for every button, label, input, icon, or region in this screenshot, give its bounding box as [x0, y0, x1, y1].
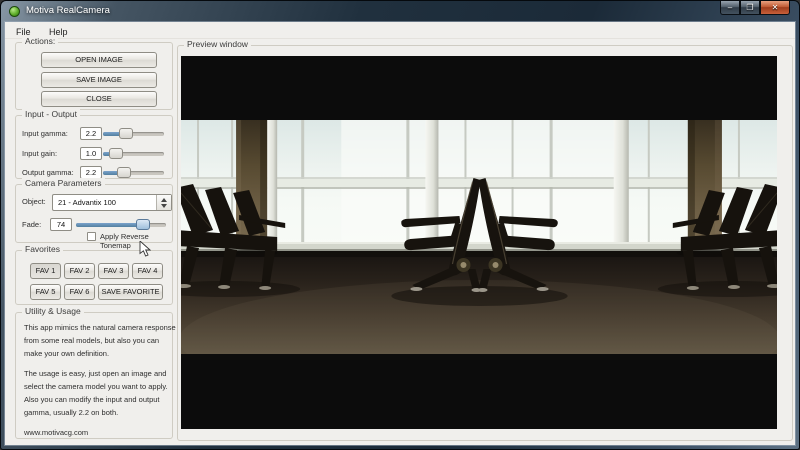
favorites-group-label: Favorites [22, 244, 63, 254]
window-content: File Help Actions: OPEN IMAGE SAVE IMAGE… [5, 22, 795, 445]
usage-line: gamma, usually 2.2 on both. [24, 406, 176, 419]
usage-text: This app mimics the natural camera respo… [24, 321, 176, 439]
usage-line: This app mimics the natural camera respo… [24, 321, 176, 334]
menu-bar: File Help [5, 22, 795, 39]
fav3-button[interactable]: FAV 3 [98, 263, 129, 279]
fav2-button[interactable]: FAV 2 [64, 263, 95, 279]
preview-group-label: Preview window [184, 39, 251, 49]
app-icon [9, 6, 20, 17]
input-gain-label: Input gain: [22, 149, 57, 158]
input-output-group-label: Input - Output [22, 109, 80, 119]
input-output-group: Input - Output Input gamma: 2.2 Input ga… [15, 115, 173, 179]
mouse-cursor [139, 241, 151, 257]
usage-line: from some real models, but also you can [24, 334, 176, 347]
favorites-group: Favorites FAV 1 FAV 2 FAV 3 FAV 4 FAV 5 … [15, 250, 173, 305]
fade-label: Fade: [22, 220, 41, 229]
input-gamma-slider[interactable] [103, 127, 164, 140]
usage-line: make your own definition. [24, 347, 176, 360]
fade-slider[interactable] [76, 218, 166, 231]
spin-up-icon[interactable] [161, 198, 167, 202]
app-window: Motiva RealCamera – ❐ ✕ File Help Action… [0, 0, 800, 450]
output-gamma-label: Output gamma: [22, 168, 74, 177]
fav4-button[interactable]: FAV 4 [132, 263, 163, 279]
input-gamma-label: Input gamma: [22, 129, 68, 138]
usage-line: Also you can modify the input and output [24, 393, 176, 406]
usage-line: The usage is easy, just open an image an… [24, 367, 176, 380]
save-image-button[interactable]: SAVE IMAGE [41, 72, 157, 88]
save-favorite-button[interactable]: SAVE FAVORITE [98, 284, 163, 300]
camera-model-select[interactable]: 21 - Advantix 100 [52, 194, 172, 211]
close-button[interactable]: ✕ [760, 1, 790, 15]
output-gamma-slider[interactable] [103, 166, 164, 179]
spin-down-icon[interactable] [161, 204, 167, 208]
window-title: Motiva RealCamera [26, 5, 110, 16]
actions-group: Actions: OPEN IMAGE SAVE IMAGE CLOSE [15, 42, 173, 110]
close-app-button[interactable]: CLOSE [41, 91, 157, 107]
input-gamma-value[interactable]: 2.2 [80, 127, 102, 140]
preview-canvas[interactable] [181, 56, 777, 429]
camera-model-spinner[interactable] [156, 195, 171, 210]
input-gamma-slider-handle[interactable] [119, 128, 133, 139]
preview-image [181, 120, 777, 354]
camera-model-value: 21 - Advantix 100 [58, 198, 116, 207]
output-gamma-slider-handle[interactable] [117, 167, 131, 178]
camera-parameters-group: Camera Parameters Object: 21 - Advantix … [15, 184, 173, 243]
actions-group-label: Actions: [22, 36, 58, 46]
website-link: www.motivacg.com [24, 426, 176, 439]
reverse-tonemap-checkbox[interactable] [87, 232, 96, 241]
usage-group: Utility & Usage This app mimics the natu… [15, 312, 173, 439]
input-gain-slider[interactable] [103, 147, 164, 160]
fade-slider-handle[interactable] [136, 219, 150, 230]
input-gain-value[interactable]: 1.0 [80, 147, 102, 160]
title-bar[interactable]: Motiva RealCamera – ❐ ✕ [1, 1, 799, 22]
fav1-button[interactable]: FAV 1 [30, 263, 61, 279]
input-gain-slider-handle[interactable] [109, 148, 123, 159]
object-label: Object: [22, 197, 46, 206]
fade-value[interactable]: 74 [50, 218, 72, 231]
reverse-tonemap-label: Apply Reverse Tonemap [100, 232, 172, 250]
minimize-button[interactable]: – [720, 1, 740, 15]
open-image-button[interactable]: OPEN IMAGE [41, 52, 157, 68]
usage-group-label: Utility & Usage [22, 306, 84, 316]
fav5-button[interactable]: FAV 5 [30, 284, 61, 300]
fav6-button[interactable]: FAV 6 [64, 284, 95, 300]
usage-line-blank [24, 360, 176, 367]
preview-group: Preview window [177, 45, 793, 441]
camera-parameters-group-label: Camera Parameters [22, 178, 105, 188]
usage-line: select the camera model you want to appl… [24, 380, 176, 393]
maximize-button[interactable]: ❐ [740, 1, 760, 15]
usage-line-blank [24, 419, 176, 426]
